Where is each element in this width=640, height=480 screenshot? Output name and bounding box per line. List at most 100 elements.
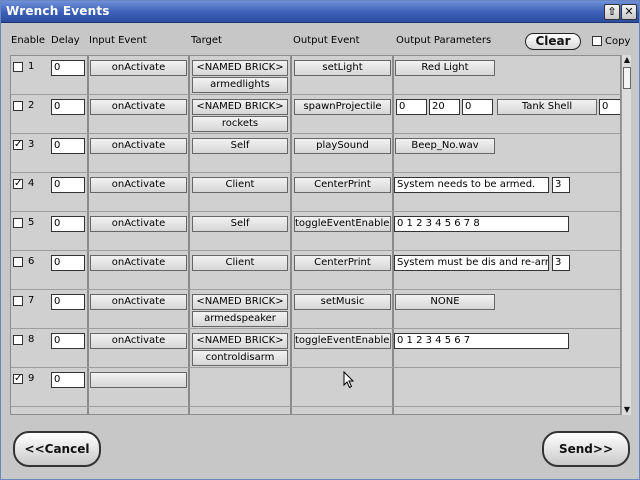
header-target: Target <box>191 35 222 46</box>
param-field[interactable]: 20 <box>429 99 460 115</box>
window-title: Wrench Events <box>6 4 110 18</box>
params-dropdown[interactable]: Beep_No.wav <box>395 138 495 154</box>
row-number: 9 <box>28 373 35 384</box>
input-event-dropdown[interactable]: onActivate <box>90 216 187 232</box>
output-event-dropdown[interactable]: setMusic <box>294 294 391 310</box>
clear-button[interactable]: Clear <box>525 33 581 50</box>
output-event-dropdown[interactable]: toggleEventEnabled <box>294 216 391 232</box>
param-text-field[interactable]: System must be dis and re-armed <box>394 255 549 271</box>
input-event-dropdown[interactable]: onActivate <box>90 294 187 310</box>
output-event-dropdown[interactable]: toggleEventEnabled <box>294 333 391 349</box>
enable-checkbox[interactable] <box>13 62 23 72</box>
named-brick-dropdown[interactable]: controldisarm <box>192 350 288 366</box>
param-text-field[interactable]: 0 1 2 3 4 5 6 7 8 <box>394 216 569 232</box>
delay-field[interactable]: 0 <box>51 294 85 310</box>
param-field[interactable]: 0 <box>599 99 620 115</box>
target-dropdown[interactable]: Client <box>192 255 288 271</box>
param-number-field[interactable]: 3 <box>552 255 570 271</box>
param-number-field[interactable]: 3 <box>552 177 570 193</box>
param-field[interactable]: 0 <box>396 99 427 115</box>
row-divider <box>11 406 620 407</box>
header-output-event: Output Event <box>293 35 360 46</box>
enable-checkbox[interactable] <box>13 101 23 111</box>
target-dropdown[interactable]: Self <box>192 138 288 154</box>
enable-checkbox[interactable]: ✓ <box>13 140 23 150</box>
target-dropdown[interactable]: Client <box>192 177 288 193</box>
enable-checkbox[interactable] <box>13 257 23 267</box>
target-dropdown[interactable]: <NAMED BRICK> <box>192 333 288 349</box>
input-event-dropdown[interactable]: onActivate <box>90 333 187 349</box>
events-list: 1 0 onActivate <NAMED BRICK> armedlights setL… <box>10 55 621 415</box>
output-event-dropdown[interactable]: CenterPrint <box>294 255 391 271</box>
row-number: 7 <box>28 295 35 306</box>
named-brick-dropdown[interactable]: armedlights <box>192 77 288 93</box>
input-event-dropdown[interactable]: onActivate <box>90 177 187 193</box>
event-row: ✓ 3 0 onActivate Self playSound Beep_No.wav <box>11 134 620 173</box>
enable-checkbox[interactable] <box>13 335 23 345</box>
delay-field[interactable]: 0 <box>51 372 85 388</box>
params-dropdown[interactable]: NONE <box>395 294 495 310</box>
params-dropdown[interactable]: Tank Shell <box>497 99 597 115</box>
input-event-dropdown[interactable]: onActivate <box>90 60 187 76</box>
close-icon[interactable]: ✕ <box>621 4 637 20</box>
delay-field[interactable]: 0 <box>51 333 85 349</box>
header-input-event: Input Event <box>89 35 147 46</box>
input-event-dropdown[interactable] <box>90 372 187 388</box>
event-row: 8 0 onActivate <NAMED BRICK> controldisarm to… <box>11 329 620 368</box>
cancel-button[interactable]: <<Cancel <box>13 431 101 467</box>
mouse-cursor-icon <box>343 371 355 389</box>
target-dropdown[interactable]: <NAMED BRICK> <box>192 294 288 310</box>
delay-field[interactable]: 0 <box>51 138 85 154</box>
send-button[interactable]: Send>> <box>542 431 630 467</box>
event-row: 6 0 onActivate Client CenterPrint System must… <box>11 251 620 290</box>
scroll-down-icon[interactable]: ▼ <box>622 405 632 415</box>
named-brick-dropdown[interactable]: rockets <box>192 116 288 132</box>
row-number: 2 <box>28 100 35 111</box>
output-event-dropdown[interactable]: spawnProjectile <box>294 99 391 115</box>
delay-field[interactable]: 0 <box>51 99 85 115</box>
input-event-dropdown[interactable]: onActivate <box>90 99 187 115</box>
event-row: 2 0 onActivate <NAMED BRICK> rockets spawnPro… <box>11 95 620 134</box>
event-row: ✓ 9 0 <box>11 368 620 407</box>
input-event-dropdown[interactable]: onActivate <box>90 138 187 154</box>
params-dropdown[interactable]: Red Light <box>395 60 495 76</box>
input-event-dropdown[interactable]: onActivate <box>90 255 187 271</box>
param-field[interactable]: 0 <box>462 99 493 115</box>
title-bar[interactable]: Wrench Events ⇧ ✕ <box>1 1 639 23</box>
header-output-parameters: Output Parameters <box>396 35 492 46</box>
row-number: 8 <box>28 334 35 345</box>
delay-field[interactable]: 0 <box>51 216 85 232</box>
target-dropdown[interactable]: <NAMED BRICK> <box>192 60 288 76</box>
output-event-dropdown[interactable]: playSound <box>294 138 391 154</box>
header-enable: Enable <box>11 35 46 46</box>
row-number: 5 <box>28 217 35 228</box>
delay-field[interactable]: 0 <box>51 177 85 193</box>
output-event-dropdown[interactable]: setLight <box>294 60 391 76</box>
enable-checkbox[interactable]: ✓ <box>13 179 23 189</box>
maximize-icon[interactable]: ⇧ <box>604 4 620 20</box>
delay-field[interactable]: 0 <box>51 60 85 76</box>
output-event-dropdown[interactable]: CenterPrint <box>294 177 391 193</box>
copy-label: Copy <box>605 36 631 47</box>
enable-checkbox[interactable]: ✓ <box>13 374 23 384</box>
row-number: 3 <box>28 139 35 150</box>
row-number: 1 <box>28 61 35 72</box>
event-row: 7 0 onActivate <NAMED BRICK> armedspeaker set… <box>11 290 620 329</box>
target-dropdown[interactable]: Self <box>192 216 288 232</box>
copy-checkbox[interactable] <box>592 36 602 46</box>
row-number: 6 <box>28 256 35 267</box>
enable-checkbox[interactable] <box>13 296 23 306</box>
param-text-field[interactable]: 0 1 2 3 4 5 6 7 <box>394 333 569 349</box>
wrench-events-window: Wrench Events ⇧ ✕ Enable Delay Input Eve… <box>0 0 640 480</box>
delay-field[interactable]: 0 <box>51 255 85 271</box>
enable-checkbox[interactable] <box>13 218 23 228</box>
scroll-up-icon[interactable]: ▲ <box>622 55 632 65</box>
target-dropdown[interactable]: <NAMED BRICK> <box>192 99 288 115</box>
param-text-field[interactable]: System needs to be armed. <box>394 177 549 193</box>
event-row: 5 0 onActivate Self toggleEventEnabled 0 1 2 … <box>11 212 620 251</box>
event-row: ✓ 4 0 onActivate Client CenterPrint System nee… <box>11 173 620 212</box>
scroll-thumb[interactable] <box>623 67 631 89</box>
vertical-scrollbar[interactable]: ▲ ▼ <box>621 55 631 415</box>
named-brick-dropdown[interactable]: armedspeaker <box>192 311 288 327</box>
event-row: 1 0 onActivate <NAMED BRICK> armedlights setL… <box>11 56 620 95</box>
